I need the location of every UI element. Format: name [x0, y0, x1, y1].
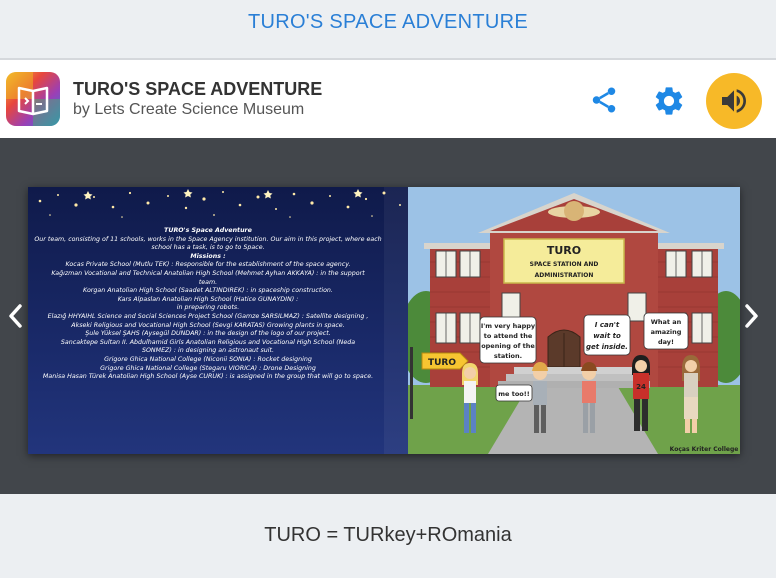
arrow-sign-label: TURO	[428, 358, 456, 368]
text-line: in preparing robots.	[176, 304, 240, 312]
text-line: Korgan Anatolian High School (Saadet ALT…	[83, 287, 333, 295]
previous-page-button[interactable]	[3, 300, 27, 332]
text-line: Missions :	[190, 252, 226, 260]
share-icon	[592, 87, 616, 113]
book-creator-logo[interactable]	[6, 72, 60, 126]
svg-text:day!: day!	[658, 338, 674, 346]
chevron-left-icon	[9, 304, 22, 328]
space-station-illustration: TURO SPACE STATION AND ADMINISTRATION TU…	[408, 187, 740, 454]
svg-text:station.: station.	[494, 352, 522, 360]
page-title: TURO'S SPACE ADVENTURE	[247, 10, 529, 33]
text-line: team.	[198, 278, 218, 286]
sign-subtitle: SPACE STATION AND	[530, 261, 599, 268]
svg-text:I can't: I can't	[595, 321, 620, 329]
right-page: TURO SPACE STATION AND ADMINISTRATION TU…	[408, 187, 740, 454]
text-line: Manisa Hasan Türek Anatolian High School…	[42, 373, 374, 381]
svg-text:me too!!: me too!!	[498, 390, 529, 398]
text-line: Grigore Ghica National College (Niconii …	[104, 355, 312, 363]
text-line: school has a task, is to go to Space.	[151, 244, 265, 252]
svg-text:I'm very happy: I'm very happy	[481, 322, 536, 330]
chevron-right-icon	[745, 304, 758, 328]
sign-subtitle-2: ADMINISTRATION	[535, 272, 594, 279]
shirt-number: 24	[636, 383, 646, 391]
text-line: Akseki Religious and Vocational High Sch…	[71, 321, 345, 329]
page-gutter	[384, 187, 408, 454]
speech-bubble-3: What an amazing day!	[643, 312, 689, 350]
svg-text:opening of the: opening of the	[481, 342, 535, 350]
text-line: Our team, consisting of 11 schools, work…	[34, 235, 382, 243]
speech-bubble-4: me too!!	[495, 384, 533, 402]
svg-text:wait to: wait to	[593, 332, 621, 340]
page-caption: TURO = TURkey+ROmania	[264, 524, 512, 546]
speech-bubble-1: I'm very happy to attend the opening of …	[479, 316, 537, 364]
illustration-credit: Koças Kriter College	[670, 446, 739, 453]
book-header: TURO'S SPACE ADVENTURE by Lets Create Sc…	[0, 58, 776, 138]
text-line: Kars Alpaslan Anatolian High School (Hat…	[117, 295, 299, 303]
settings-button[interactable]	[650, 82, 688, 120]
gear-icon	[655, 87, 683, 115]
text-line: TURO's Space Adventure	[164, 227, 252, 234]
text-line: SONMEZ) : in designing an astronaut suit…	[141, 347, 275, 355]
audio-button[interactable]	[706, 73, 762, 129]
text-line: Şule Yüksel ŞAHS (Aysegül DUNDAR) : in t…	[85, 330, 331, 338]
sign-title: TURO	[547, 244, 581, 257]
svg-text:What an: What an	[651, 318, 682, 326]
book-viewer: TURO's Space Adventure Our team, consist…	[0, 138, 776, 494]
text-line: Kocas Private School (Mutlu TEK) : Respo…	[65, 261, 351, 269]
text-line: Grigore Ghica National College (Stegaru …	[100, 364, 316, 372]
text-line: Elazığ HHYAİHL Science and Social Scienc…	[47, 312, 369, 320]
speech-bubble-2: I can't wait to get inside.	[583, 314, 631, 356]
svg-text:amazing: amazing	[651, 328, 682, 336]
text-line: Sancaktepe Sultan II. Abdulhamid Girls A…	[60, 338, 356, 346]
book-title: TURO'S SPACE ADVENTURE	[73, 79, 323, 99]
book-spread: TURO's Space Adventure Our team, consist…	[28, 187, 740, 454]
next-page-button[interactable]	[740, 300, 764, 332]
speaker-icon	[722, 89, 746, 113]
svg-text:to attend the: to attend the	[484, 332, 533, 340]
book-author: by Lets Create Science Museum	[73, 101, 305, 118]
share-button[interactable]	[586, 82, 622, 118]
text-line: Kağızman Vocational and Technical Anatol…	[51, 269, 365, 277]
left-page: TURO's Space Adventure Our team, consist…	[28, 187, 408, 454]
left-page-text: TURO's Space Adventure Our team, consist…	[34, 227, 382, 382]
svg-text:get inside.: get inside.	[586, 343, 628, 351]
